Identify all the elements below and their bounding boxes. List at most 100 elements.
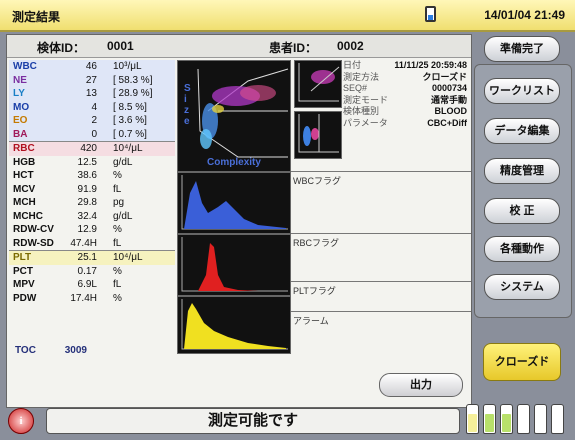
system-button[interactable]: システム [484, 274, 560, 300]
param-row-ba: BA 0 [ 0.7 %] [9, 127, 175, 141]
param-name: MCHC [13, 210, 43, 222]
divider [291, 311, 471, 312]
reagent-level [502, 414, 511, 432]
param-value: 12.5 [77, 156, 97, 168]
param-value: 12.9 [77, 224, 97, 235]
reagent-level [468, 414, 477, 432]
data-edit-button[interactable]: データ編集 [484, 118, 560, 144]
scatter-y-label: Size [184, 83, 191, 127]
param-row-mchc: MCHC 32.4 g/dL [9, 210, 175, 224]
param-value: 4 [91, 101, 97, 113]
param-row-plt: PLT 25.1 10⁴/μL [9, 250, 175, 265]
param-name: NE [13, 74, 27, 86]
param-unit: fL [113, 183, 122, 195]
info-row: 検体種別 BLOOD [343, 106, 471, 118]
param-row-mo: MO 4 [ 8.5 %] [9, 100, 175, 114]
scatter-x-label: Complexity [207, 157, 261, 168]
info-key: パラメータ [343, 117, 388, 128]
wbc-histogram [177, 172, 291, 234]
worklist-button[interactable]: ワークリスト [484, 78, 560, 104]
param-row-hgb: HGB 12.5 g/dL [9, 156, 175, 170]
param-row-rdw-sd: RDW-SD 47.4H fL [9, 237, 175, 251]
param-unit: % [113, 224, 122, 235]
info-key: 測定方法 [343, 71, 380, 82]
info-row: 日付 11/11/25 20:59:48 [343, 60, 471, 72]
info-key: 測定モード [343, 94, 389, 105]
device-icon [425, 6, 436, 22]
divider [291, 233, 471, 234]
screen-title: 測定結果 [12, 10, 61, 24]
results-panel: 検体ID： 0001 患者ID： 0002 WBC 46 10³/μL NE 27 [ 5… [6, 34, 472, 408]
param-unit: % [113, 265, 122, 277]
info-icon[interactable]: i [8, 408, 34, 434]
reagent-level [485, 414, 494, 432]
param-name: EO [13, 115, 28, 126]
reagent-level [553, 414, 562, 432]
param-name: LY [13, 88, 25, 99]
param-row-pdw: PDW 17.4H% [9, 292, 175, 306]
ready-button[interactable]: 準備完了 [484, 36, 560, 62]
plt-flag-label: PLTフラグ [293, 286, 336, 296]
operations-button[interactable]: 各種動作 [484, 236, 560, 262]
param-unit: 10³/μL [113, 61, 142, 72]
param-name: MPV [13, 279, 35, 290]
info-value: クローズド [422, 71, 467, 82]
calibration-button[interactable]: 校 正 [484, 198, 560, 224]
param-unit: g/dL [113, 210, 133, 222]
param-name: HGB [13, 156, 36, 168]
reagent-level [536, 414, 545, 432]
param-unit: pg [113, 197, 125, 208]
param-value: 2 [91, 115, 97, 126]
param-value: 27 [85, 74, 97, 86]
analyzer-screen: 測定結果 14/01/04 21:49 検体ID： 0001 患者ID： 000… [0, 0, 575, 440]
param-unit: [ 28.9 %] [113, 88, 153, 99]
param-row-pct: PCT 0.17% [9, 265, 175, 279]
param-value: 25.1 [77, 252, 97, 263]
param-name: PLT [13, 252, 32, 263]
param-row-hct: HCT 38.6% [9, 169, 175, 183]
param-unit: [ 3.6 %] [113, 115, 147, 126]
reagent-bottle-icon [517, 404, 530, 434]
measurement-info: 日付 11/11/25 20:59:48 測定方法 クローズド SEQ# 0000734 測… [343, 60, 471, 129]
param-name: MCH [13, 197, 36, 208]
param-unit: [ 58.3 %] [113, 74, 153, 86]
param-value: 91.9 [77, 183, 97, 195]
param-row-ne: NE 27 [ 58.3 %] [9, 73, 175, 87]
param-name: RDW-SD [13, 237, 54, 249]
info-value: BLOOD [434, 106, 468, 116]
clock: 14/01/04 21:49 [484, 8, 565, 22]
toc-row: TOC 3009 [15, 345, 87, 356]
patient-id-value: 0002 [337, 39, 364, 53]
rbc-histogram [177, 234, 291, 296]
parameter-table: WBC 46 10³/μL NE 27 [ 58.3 %] LY 13 [ 28.9 %] MO 4… [9, 60, 175, 305]
info-key: 日付 [343, 60, 362, 70]
info-key: SEQ# [343, 83, 368, 93]
reagent-bottle-icon [534, 404, 547, 434]
info-value: CBC+Diff [427, 117, 467, 128]
param-value: 46 [85, 61, 97, 72]
reagent-level [519, 414, 528, 432]
title-bar: 測定結果 14/01/04 21:49 [0, 0, 575, 32]
param-name: WBC [13, 61, 37, 72]
param-value: 0.17 [77, 265, 97, 277]
param-name: MCV [13, 183, 36, 195]
param-unit: 10⁴/μL [113, 252, 143, 263]
param-unit: g/dL [113, 156, 133, 168]
qc-button[interactable]: 精度管理 [484, 158, 560, 184]
info-row: SEQ# 0000734 [343, 83, 471, 95]
scattergram-small-2 [294, 111, 342, 159]
info-row: パラメータ CBC+Diff [343, 118, 471, 130]
sample-id-value: 0001 [107, 39, 134, 53]
plt-histogram [177, 296, 291, 354]
param-name: HCT [13, 170, 34, 181]
output-button[interactable]: 出力 [379, 373, 463, 397]
param-row-mpv: MPV 6.9L fL [9, 278, 175, 292]
rbc-flag-label: RBCフラグ [293, 238, 340, 248]
param-name: PDW [13, 292, 37, 304]
status-message: 測定可能です [46, 408, 460, 434]
id-row: 検体ID： 0001 患者ID： 0002 [7, 35, 471, 58]
param-row-eo: EO 2 [ 3.6 %] [9, 114, 175, 128]
param-value: 29.8 [77, 197, 97, 208]
closed-mode-button[interactable]: クローズド [483, 343, 561, 381]
param-value: 17.4H [70, 292, 97, 304]
